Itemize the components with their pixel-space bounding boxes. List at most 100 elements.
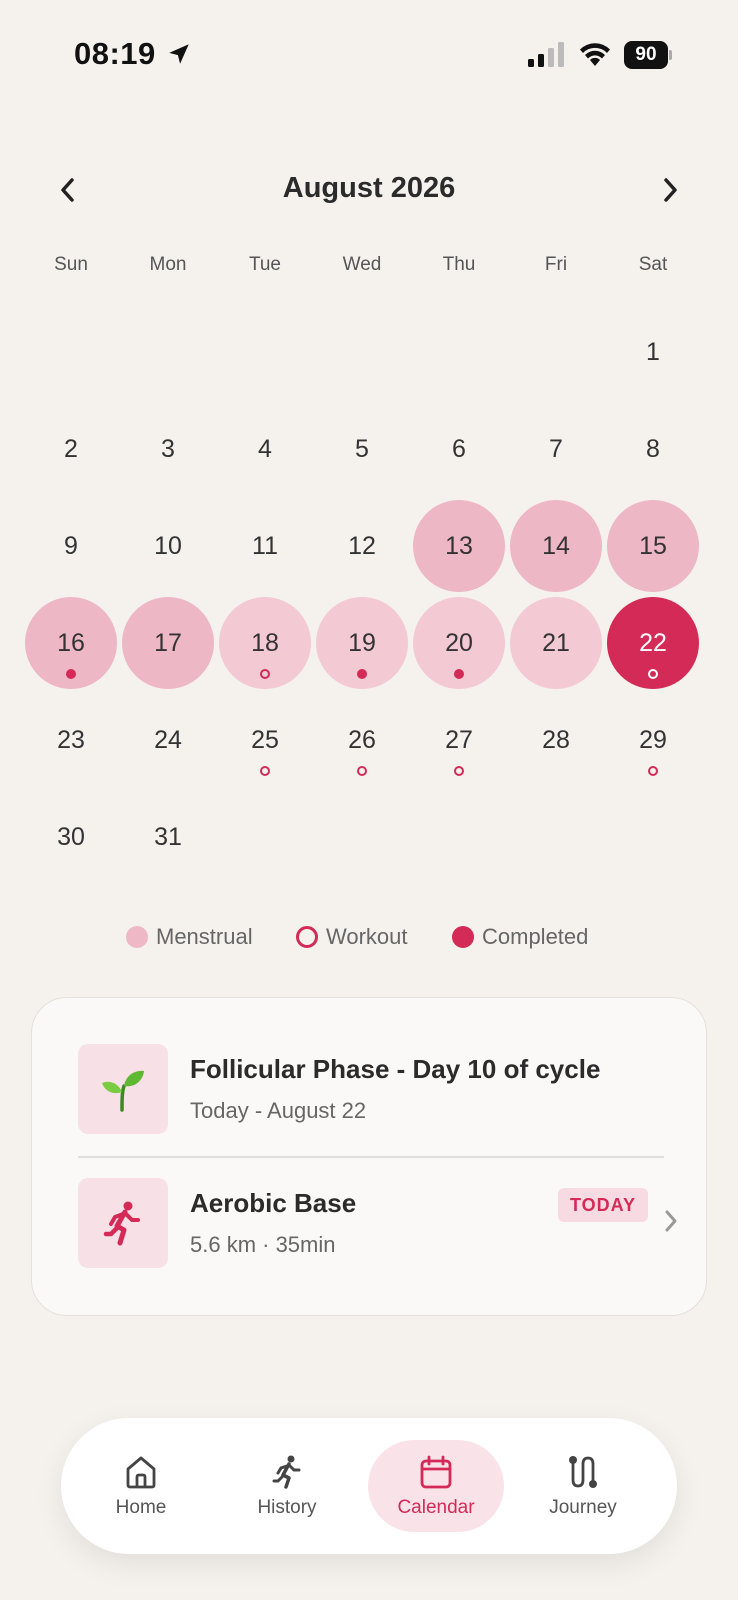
runner-icon (103, 1201, 140, 1246)
day-number: 28 (542, 725, 570, 754)
completed-dot-icon (66, 669, 76, 679)
phase-subtitle: Today - August 22 (190, 1098, 367, 1123)
calendar-day[interactable]: 28 (510, 694, 602, 786)
home-icon (126, 1456, 156, 1489)
nav-home[interactable]: Home (71, 1418, 211, 1554)
day-number: 14 (542, 531, 570, 560)
calendar-day[interactable]: 31 (122, 791, 214, 883)
card-divider (78, 1156, 664, 1158)
day-number: 1 (646, 337, 660, 366)
legend-workout-label: Workout (326, 924, 408, 949)
day-number: 17 (154, 628, 182, 657)
calendar-day[interactable]: 16 (25, 597, 117, 689)
day-number: 3 (161, 434, 175, 463)
day-number: 12 (348, 531, 376, 560)
legend-completed: Completed (452, 924, 588, 950)
menstrual-swatch-icon (126, 926, 148, 948)
calendar-grid: 1 2 3 4 5 6 7 8 9 10 11 12 13 14 15 16 17 18 19 20 21 22 23 24 2… (0, 0, 738, 900)
workout-row[interactable]: Aerobic Base 5.6 km · 35min TODAY (78, 1178, 677, 1268)
completed-swatch-icon (452, 926, 474, 948)
day-number: 4 (258, 434, 272, 463)
calendar-day[interactable]: 3 (122, 403, 214, 495)
day-info-card: Follicular Phase - Day 10 of cycle Today… (31, 997, 707, 1316)
day-number: 25 (251, 725, 279, 754)
nav-calendar-label: Calendar (397, 1497, 475, 1518)
calendar-day[interactable]: 20 (413, 597, 505, 689)
day-number: 6 (452, 434, 466, 463)
day-number: 18 (251, 628, 279, 657)
calendar-day[interactable]: 26 (316, 694, 408, 786)
route-icon (569, 1456, 597, 1488)
day-number: 2 (64, 434, 78, 463)
day-number: 30 (57, 822, 85, 851)
calendar-day[interactable]: 1 (607, 306, 699, 398)
day-number: 11 (252, 531, 278, 560)
calendar-legend: Menstrual Workout Completed (0, 924, 738, 964)
calendar-day[interactable]: 17 (122, 597, 214, 689)
day-number: 26 (348, 725, 376, 754)
day-number: 29 (639, 725, 667, 754)
calendar-day[interactable]: 4 (219, 403, 311, 495)
calendar-day[interactable]: 8 (607, 403, 699, 495)
completed-dot-icon (357, 669, 367, 679)
today-badge: TODAY (558, 1188, 649, 1222)
nav-journey[interactable]: Journey (513, 1418, 653, 1554)
day-number: 19 (348, 628, 376, 657)
calendar-day[interactable]: 19 (316, 597, 408, 689)
day-number: 23 (57, 725, 85, 754)
calendar-day[interactable]: 27 (413, 694, 505, 786)
calendar-day[interactable]: 5 (316, 403, 408, 495)
calendar-day[interactable]: 7 (510, 403, 602, 495)
calendar-day[interactable]: 24 (122, 694, 214, 786)
day-number: 15 (639, 531, 667, 560)
day-number: 21 (542, 628, 570, 657)
calendar-day[interactable]: 9 (25, 500, 117, 592)
day-number: 22 (639, 628, 667, 657)
day-number: 16 (57, 628, 85, 657)
calendar-day[interactable]: 29 (607, 694, 699, 786)
calendar-day[interactable]: 11 (219, 500, 311, 592)
workout-title: Aerobic Base (190, 1188, 357, 1218)
chevron-right-icon (665, 1210, 677, 1232)
legend-menstrual: Menstrual (126, 924, 253, 950)
workout-ring-icon (357, 766, 367, 776)
day-number: 20 (445, 628, 473, 657)
day-number: 7 (549, 434, 563, 463)
workout-ring-icon (260, 766, 270, 776)
calendar-day[interactable]: 15 (607, 500, 699, 592)
legend-menstrual-label: Menstrual (156, 924, 253, 949)
day-number: 27 (445, 725, 473, 754)
calendar-day[interactable]: 18 (219, 597, 311, 689)
phase-row: Follicular Phase - Day 10 of cycle Today… (78, 1044, 664, 1134)
completed-dot-icon (454, 669, 464, 679)
calendar-day[interactable]: 6 (413, 403, 505, 495)
calendar-day[interactable]: 30 (25, 791, 117, 883)
nav-history-label: History (257, 1497, 317, 1518)
legend-completed-label: Completed (482, 924, 589, 949)
workout-icon-tile (78, 1178, 168, 1268)
calendar-day[interactable]: 2 (25, 403, 117, 495)
workout-ring-icon (648, 669, 658, 679)
calendar-day[interactable]: 10 (122, 500, 214, 592)
calendar-day[interactable]: 14 (510, 500, 602, 592)
calendar-icon (420, 1455, 452, 1489)
calendar-day[interactable]: 25 (219, 694, 311, 786)
nav-calendar[interactable]: Calendar (366, 1418, 506, 1554)
runner-icon (272, 1455, 301, 1489)
day-number: 10 (154, 531, 182, 560)
workout-ring-icon (260, 669, 270, 679)
legend-workout: Workout (296, 924, 408, 950)
calendar-day[interactable]: 12 (316, 500, 408, 592)
bottom-nav-bar: Home History Calendar Journey (61, 1418, 677, 1554)
nav-history[interactable]: History (217, 1418, 357, 1554)
day-number: 5 (355, 434, 369, 463)
phase-title: Follicular Phase - Day 10 of cycle (190, 1054, 601, 1084)
nav-journey-label: Journey (549, 1497, 617, 1518)
day-number: 8 (646, 434, 660, 463)
day-number: 13 (445, 531, 473, 560)
calendar-day[interactable]: 22 (607, 597, 699, 689)
calendar-day[interactable]: 23 (25, 694, 117, 786)
calendar-day[interactable]: 13 (413, 500, 505, 592)
workout-subtitle: 5.6 km · 35min (190, 1232, 336, 1257)
calendar-day[interactable]: 21 (510, 597, 602, 689)
